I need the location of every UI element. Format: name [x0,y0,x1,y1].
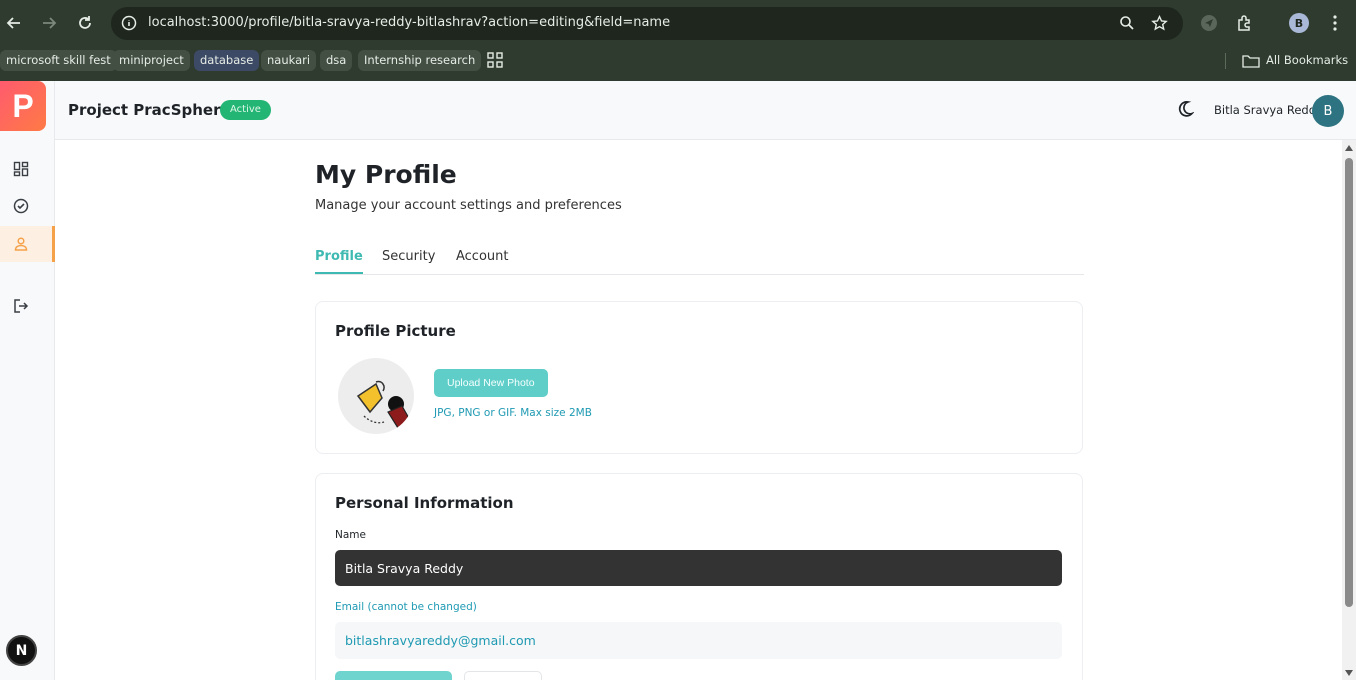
app-header: Project PracSphere Active Bitla Sravya R… [55,81,1356,140]
app-title: Project PracSphere [68,101,231,119]
all-bookmarks-label: All Bookmarks [1266,53,1349,67]
page-title: My Profile [315,160,457,189]
save-button[interactable] [335,671,452,680]
sidebar-item-profile[interactable] [0,226,55,262]
theme-toggle-moon-icon[interactable] [1176,100,1196,120]
menu-dots-icon[interactable] [1323,11,1347,35]
bookmark-item[interactable]: miniproject [113,50,190,71]
zoom-icon[interactable] [1117,13,1137,33]
sidebar-item-tasks[interactable] [0,188,55,224]
name-field[interactable] [335,550,1062,586]
sidebar-item-logout[interactable] [0,288,55,324]
tab-security[interactable]: Security [382,249,435,272]
main-content: My Profile Manage your account settings … [55,140,1342,680]
cancel-button[interactable] [464,671,542,680]
site-info-icon[interactable] [119,13,139,33]
apps-grid-icon[interactable] [487,52,505,70]
bookmark-star-icon[interactable] [1149,13,1169,33]
personal-info-card: Personal Information Name Email (cannot … [315,473,1083,680]
bookmarks-divider [1225,53,1226,69]
app-sidebar: P N [0,81,55,680]
reload-icon[interactable] [73,11,97,35]
bookmark-item[interactable]: Internship research [358,50,482,71]
page-scrollbar[interactable] [1342,140,1356,680]
profile-picture-card: Profile Picture Upload New Photo JPG, PN… [315,301,1083,454]
name-label: Name [335,529,366,541]
profile-photo [338,358,414,434]
profile-tabs: Profile Security Account [315,245,1084,275]
folder-icon [1242,54,1260,68]
upload-photo-button[interactable]: Upload New Photo [434,369,548,397]
extensions-icon[interactable] [1233,11,1257,35]
bookmark-item[interactable]: naukari [261,50,317,71]
avatar[interactable]: B [1312,95,1344,127]
tab-profile[interactable]: Profile [315,249,363,274]
check-circle-icon [13,198,29,214]
logout-icon [14,299,29,313]
browser-profile-icon[interactable]: B [1287,11,1311,35]
bookmarks-bar: microsoft skill fest miniproject databas… [0,46,1356,76]
all-bookmarks[interactable]: All Bookmarks [1242,50,1348,71]
email-label: Email (cannot be changed) [335,601,477,613]
bookmark-item[interactable]: microsoft skill fest [0,50,117,71]
bookmark-item[interactable]: database [194,50,260,71]
forward-icon[interactable] [37,11,61,35]
profile-picture-title: Profile Picture [335,322,456,340]
address-bar[interactable]: localhost:3000/profile/bitla-sravya-redd… [111,7,1183,40]
back-icon[interactable] [2,11,26,35]
url-text[interactable]: localhost:3000/profile/bitla-sravya-redd… [148,15,670,30]
send-icon[interactable] [1197,11,1221,35]
page-subtitle: Manage your account settings and prefere… [315,198,622,213]
scroll-up-arrow-icon[interactable] [1345,145,1353,151]
scrollbar-thumb[interactable] [1345,158,1353,607]
bookmark-item[interactable]: dsa [320,50,353,71]
status-badge: Active [220,100,271,120]
scroll-down-arrow-icon[interactable] [1345,670,1353,676]
sidebar-item-dashboard[interactable] [0,151,55,187]
tab-account[interactable]: Account [456,249,509,272]
user-icon [14,237,28,251]
app-logo[interactable]: P [0,81,46,131]
upload-hint: JPG, PNG or GIF. Max size 2MB [434,407,592,419]
browser-chrome: localhost:3000/profile/bitla-sravya-redd… [0,0,1356,81]
next-dev-badge[interactable]: N [6,635,37,666]
dashboard-icon [13,161,29,177]
email-field: bitlashravyareddy@gmail.com [335,622,1062,659]
user-name[interactable]: Bitla Sravya Reddy [1214,103,1323,117]
browser-toolbar: localhost:3000/profile/bitla-sravya-redd… [0,0,1356,46]
personal-info-title: Personal Information [335,494,514,512]
